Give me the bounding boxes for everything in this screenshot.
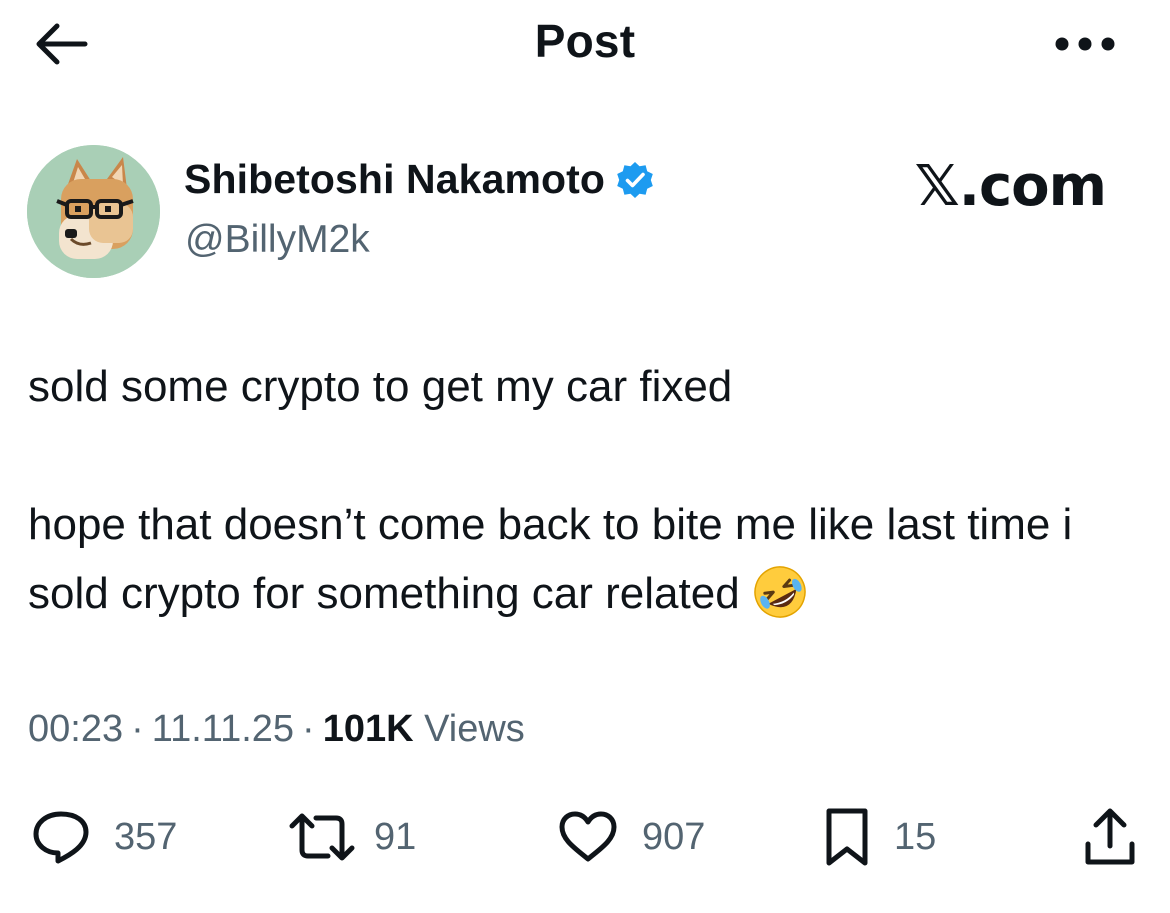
reply-icon <box>33 811 89 864</box>
post-text: sold some crypto to get my car fixed hop… <box>28 352 1138 628</box>
post-paragraph: sold some crypto to get my car fixed <box>28 362 733 411</box>
heart-icon <box>559 811 617 862</box>
shiba-avatar-image <box>27 145 160 278</box>
separator-dot: · <box>131 708 144 750</box>
action-bar: 357 91 907 15 <box>0 800 1170 880</box>
page-title: Post <box>534 15 636 67</box>
views-count[interactable]: 101K <box>323 708 414 750</box>
top-bar: Post <box>0 0 1170 90</box>
more-dots-icon <box>1055 37 1115 51</box>
reply-count: 357 <box>114 815 178 858</box>
like-count: 907 <box>642 815 706 858</box>
bookmark-button[interactable]: 15 <box>822 800 936 874</box>
like-button[interactable]: 907 <box>556 800 705 874</box>
avatar[interactable] <box>27 145 160 278</box>
separator-dot: · <box>302 708 315 750</box>
author-handle[interactable]: @BillyM2k <box>185 218 370 262</box>
post-paragraph-text: hope that doesn’t come back to bite me l… <box>28 500 1073 618</box>
share-icon <box>1085 808 1135 865</box>
author-display-name: Shibetoshi Nakamoto <box>184 156 606 202</box>
verified-badge-icon <box>617 161 653 198</box>
post-time[interactable]: 00:23 <box>28 708 123 750</box>
post-paragraph: hope that doesn’t come back to bite me l… <box>28 490 1138 628</box>
reply-button[interactable]: 357 <box>30 800 177 874</box>
bookmark-icon <box>826 808 868 866</box>
author-row: Shibetoshi Nakamoto @BillyM2k 𝕏.com <box>0 140 1170 290</box>
bookmark-count: 15 <box>894 815 937 858</box>
repost-count: 91 <box>374 815 417 858</box>
brand-logo: 𝕏.com <box>914 154 1107 219</box>
views-label[interactable]: Views <box>424 708 525 750</box>
more-options-button[interactable] <box>1050 24 1120 64</box>
author-name-link[interactable]: Shibetoshi Nakamoto <box>184 156 655 203</box>
post-meta: 00:23 · 11.11.25 · 101K Views <box>28 708 525 751</box>
repost-button[interactable]: 91 <box>286 800 416 874</box>
post-date[interactable]: 11.11.25 <box>152 708 294 750</box>
repost-icon <box>289 813 355 861</box>
rolling-on-floor-laughing-emoji-icon <box>753 566 806 618</box>
share-button[interactable] <box>1080 800 1140 874</box>
